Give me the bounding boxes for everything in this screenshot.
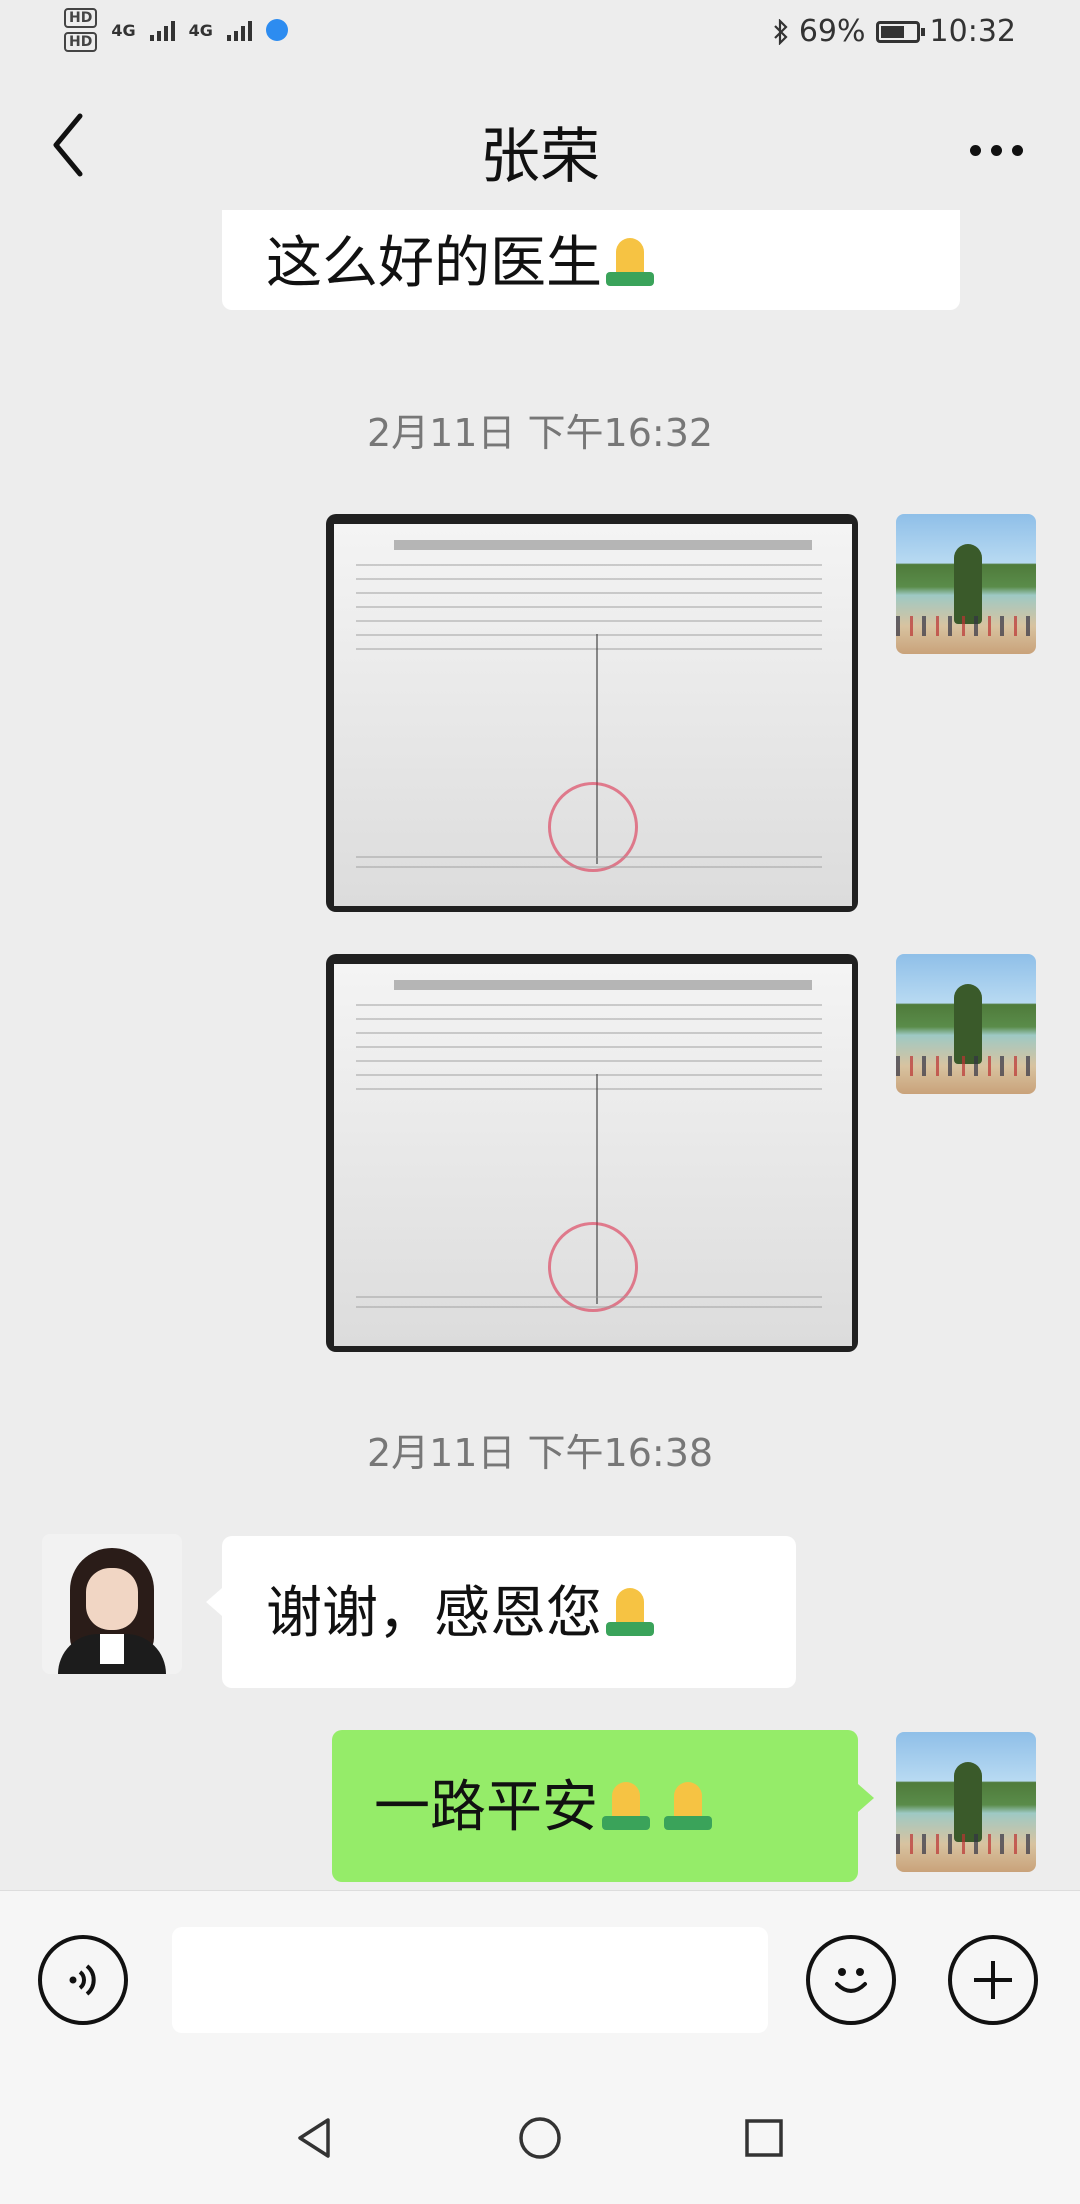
avatar-self[interactable] bbox=[896, 1732, 1036, 1872]
message-text: 谢谢，感恩您 bbox=[266, 1581, 602, 1646]
emoji-button[interactable] bbox=[806, 1935, 896, 2025]
signal-icon bbox=[149, 19, 175, 41]
status-left: HD HD 4G 4G bbox=[64, 8, 288, 52]
image-message[interactable] bbox=[326, 954, 858, 1352]
avatar-self[interactable] bbox=[896, 954, 1036, 1094]
system-recents-button[interactable] bbox=[734, 2108, 794, 2168]
timestamp: 2月11日 下午16:38 bbox=[366, 1431, 714, 1475]
signal-icon-2 bbox=[226, 19, 252, 41]
plus-button[interactable] bbox=[948, 1935, 1038, 2025]
more-dot bbox=[1011, 144, 1023, 156]
hotspot-icon bbox=[265, 19, 288, 41]
report-paper bbox=[334, 524, 852, 906]
avatar-people bbox=[896, 1834, 1036, 1854]
system-home-button[interactable] bbox=[510, 2108, 570, 2168]
system-back-button[interactable] bbox=[284, 2108, 344, 2168]
more-dot bbox=[990, 144, 1002, 156]
message-bubble-sent[interactable]: 一路平安 bbox=[332, 1730, 874, 1882]
chat-header: 张荣 bbox=[0, 90, 1080, 210]
square-recents-icon bbox=[745, 2119, 783, 2157]
report-header bbox=[394, 980, 812, 990]
message-text: 一路平安 bbox=[374, 1775, 598, 1840]
avatar-rock bbox=[954, 544, 982, 624]
folded-hands-emoji bbox=[602, 1588, 658, 1638]
clock: 10:32 bbox=[929, 14, 1016, 49]
report-lines bbox=[356, 1004, 822, 1094]
input-bar bbox=[0, 1890, 1080, 2071]
avatar-collar bbox=[100, 1634, 124, 1664]
image-message[interactable] bbox=[326, 514, 858, 912]
more-button[interactable] bbox=[960, 120, 1032, 180]
more-dots-icon bbox=[969, 144, 981, 156]
system-navigation-bar bbox=[0, 2070, 1080, 2204]
battery-percent: 69% bbox=[798, 14, 866, 49]
report-footer bbox=[356, 1296, 822, 1316]
avatar-rock bbox=[954, 984, 982, 1064]
avatar-contact[interactable] bbox=[42, 1534, 182, 1674]
message-text: 这么好的医生 bbox=[266, 231, 602, 296]
network-type-1: 4G bbox=[111, 20, 136, 40]
plus-icon bbox=[974, 1961, 1012, 1999]
avatar-people bbox=[896, 1056, 1036, 1076]
message-list[interactable]: 这么好的医生 2月11日 下午16:32 2月11日 下午16:38 谢谢，感恩… bbox=[0, 210, 1080, 1890]
circle-home-icon bbox=[519, 2117, 561, 2159]
status-right: 69% 10:32 bbox=[773, 14, 1016, 49]
message-input[interactable] bbox=[172, 1927, 768, 2033]
bluetooth-icon bbox=[774, 18, 788, 45]
folded-hands-emoji bbox=[598, 1782, 654, 1832]
folded-hands-emoji bbox=[602, 238, 658, 288]
report-header bbox=[394, 540, 812, 550]
message-bubble-received[interactable]: 这么好的医生 bbox=[222, 210, 960, 310]
hd-indicator-2: HD bbox=[64, 32, 98, 52]
hd-indicator-1: HD bbox=[64, 8, 98, 28]
hd-indicators: HD HD bbox=[64, 8, 98, 52]
voice-icon bbox=[69, 1964, 96, 1996]
smiley-icon bbox=[835, 1968, 867, 1993]
battery-fill bbox=[880, 25, 904, 38]
timestamp: 2月11日 下午16:32 bbox=[366, 411, 714, 455]
status-bar: HD HD 4G 4G 69% 10:32 bbox=[0, 0, 1080, 70]
report-footer bbox=[356, 856, 822, 876]
triangle-back-icon bbox=[298, 2118, 330, 2158]
report-lines bbox=[356, 564, 822, 654]
voice-button[interactable] bbox=[38, 1935, 128, 2025]
avatar-self[interactable] bbox=[896, 514, 1036, 654]
avatar-face bbox=[86, 1568, 138, 1630]
chat-title: 张荣 bbox=[480, 122, 600, 192]
report-paper bbox=[334, 964, 852, 1346]
battery-icon bbox=[875, 20, 925, 43]
folded-hands-emoji bbox=[660, 1782, 716, 1832]
network-type-2: 4G bbox=[188, 20, 213, 40]
avatar-rock bbox=[954, 1762, 982, 1842]
avatar-people bbox=[896, 616, 1036, 636]
message-bubble-received[interactable]: 谢谢，感恩您 bbox=[206, 1536, 796, 1688]
